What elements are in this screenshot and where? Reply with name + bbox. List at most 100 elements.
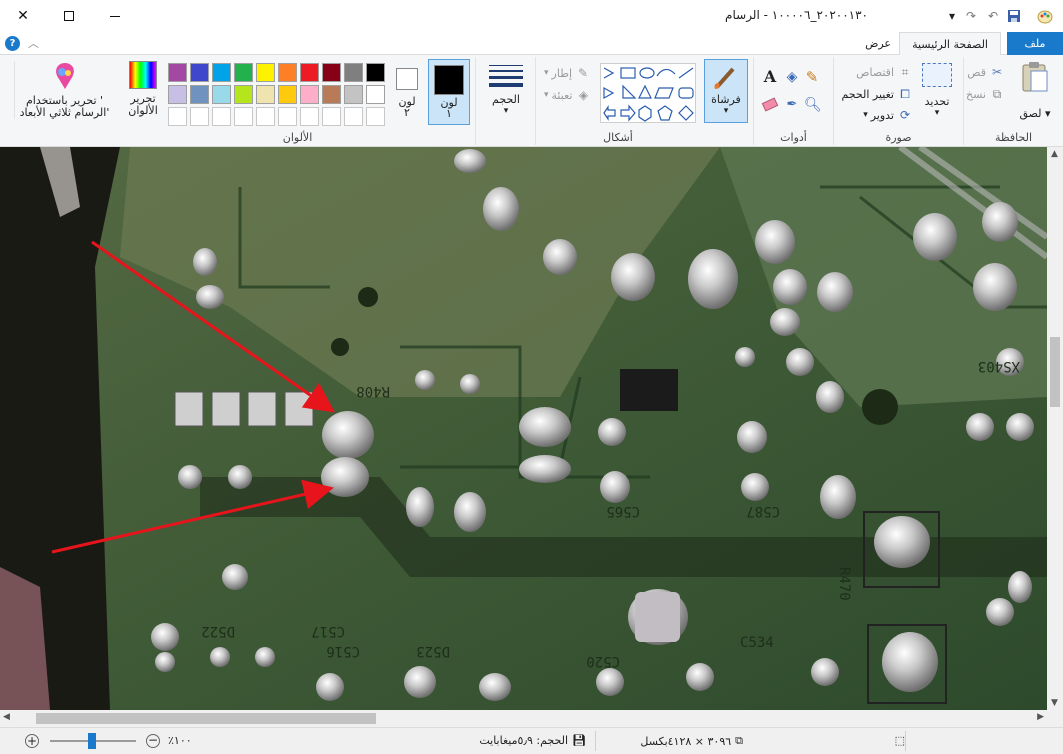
- fill-button[interactable]: ◈ تعبئة ▾: [544, 87, 591, 103]
- svg-text:D523: D523: [416, 643, 450, 659]
- scroll-right-icon[interactable]: ▶: [1037, 712, 1044, 722]
- crop-button[interactable]: ⌗ اقتصاص: [856, 64, 913, 80]
- palette-color-swatch[interactable]: [234, 85, 253, 104]
- svg-text:C520: C520: [586, 653, 620, 669]
- palette-color-swatch[interactable]: [256, 63, 275, 82]
- customize-toolbar-icon[interactable]: ▾: [943, 7, 961, 25]
- eraser-icon[interactable]: [761, 97, 779, 113]
- zoom-in-button[interactable]: +: [25, 734, 39, 748]
- color1-swatch: [434, 65, 464, 95]
- palette-color-swatch[interactable]: [344, 107, 363, 126]
- fill-icon: ◈: [578, 88, 589, 102]
- palette-color-swatch[interactable]: [278, 85, 297, 104]
- canvas[interactable]: C565 C587 C534 C517 D522 D523 C516 C520 …: [0, 147, 1047, 710]
- undo-icon[interactable]: ↶: [984, 7, 1002, 25]
- outline-button[interactable]: ✎ إطار ▾: [544, 65, 591, 81]
- save-icon[interactable]: [1005, 7, 1023, 25]
- title-bar: ✕ ٢٠٢٠٠١٣٠_١٠٠٠٠٦ - الرسام ▾ ↷ ↶: [0, 0, 1063, 32]
- file-size: 💾︎ الحجم: ٥٫٩ميغابايت: [479, 734, 586, 747]
- help-icon[interactable]: ?: [5, 36, 20, 51]
- pencil-icon[interactable]: ✎: [804, 69, 820, 85]
- palette-color-swatch[interactable]: [190, 85, 209, 104]
- resize-button[interactable]: ⧠ تغيير الحجم: [841, 86, 913, 102]
- palette-color-swatch[interactable]: [300, 85, 319, 104]
- zoom-slider[interactable]: [50, 733, 136, 749]
- color2-button[interactable]: لون ٢: [388, 59, 426, 118]
- vertical-scrollbar[interactable]: ▲ ▼: [1047, 147, 1063, 710]
- copy-button[interactable]: ⧉ نسخ: [966, 86, 1005, 102]
- palette-color-swatch[interactable]: [344, 63, 363, 82]
- palette-color-swatch[interactable]: [190, 63, 209, 82]
- brushes-button[interactable]: فرشاة ▾: [704, 59, 748, 123]
- palette-color-swatch[interactable]: [322, 63, 341, 82]
- scroll-left-icon[interactable]: ◀: [3, 712, 10, 722]
- color1-button[interactable]: لون ١: [428, 59, 470, 125]
- tab-home[interactable]: الصفحة الرئيسية: [899, 32, 1001, 56]
- horizontal-scrollbar[interactable]: ◀ ▶: [0, 710, 1047, 727]
- palette-color-swatch[interactable]: [322, 85, 341, 104]
- outline-label: إطار: [551, 66, 573, 80]
- palette-color-swatch[interactable]: [234, 107, 253, 126]
- paint3d-button[interactable]: تحرير باستخدام ' الرسام ثلاثي الأبعاد': [14, 61, 114, 119]
- crop-icon: ⌗: [901, 65, 909, 79]
- tab-view[interactable]: عرض: [853, 32, 903, 55]
- svg-text:C565: C565: [606, 503, 640, 519]
- palette-color-swatch[interactable]: [168, 107, 187, 126]
- ribbon-tabs: ? ︿ ملف الصفحة الرئيسية عرض: [0, 32, 1063, 56]
- rotate-button[interactable]: ⟳ تدوير ▾: [863, 107, 913, 123]
- close-button[interactable]: ✕: [0, 0, 46, 32]
- palette-color-swatch[interactable]: [366, 107, 385, 126]
- magnifier-icon[interactable]: 🔍︎: [804, 97, 822, 113]
- clipboard-group: لصق ▾ ✂ قص ⧉ نسخ الحافظة: [963, 57, 1063, 145]
- svg-text:XS403: XS403: [978, 358, 1020, 374]
- palette-color-swatch[interactable]: [234, 63, 253, 82]
- tab-file[interactable]: ملف: [1007, 32, 1063, 55]
- disk-icon: 💾︎: [572, 734, 586, 747]
- ribbon: لصق ▾ ✂ قص ⧉ نسخ الحافظة تحديد ▾ ⌗ اقتصا…: [0, 55, 1063, 147]
- palette-color-swatch[interactable]: [300, 107, 319, 126]
- minimize-button[interactable]: [92, 0, 138, 32]
- vertical-scroll-thumb[interactable]: [1050, 337, 1060, 407]
- zoom-out-button[interactable]: −: [146, 734, 160, 748]
- paste-button[interactable]: لصق ▾: [1015, 61, 1055, 120]
- fill-bucket-icon[interactable]: ◈: [784, 69, 800, 85]
- scroll-down-icon[interactable]: ▼: [1051, 698, 1058, 708]
- minimize-icon: [110, 15, 120, 17]
- cut-button[interactable]: ✂ قص: [967, 64, 1005, 80]
- crop-label: اقتصاص: [856, 65, 894, 79]
- edit-colors-button[interactable]: تحرير الألوان: [120, 61, 166, 117]
- brushes-dropdown-icon: ▾: [723, 106, 729, 116]
- collapse-ribbon-icon[interactable]: ︿: [28, 35, 39, 51]
- paste-icon: [1022, 62, 1048, 92]
- palette-color-swatch[interactable]: [300, 63, 319, 82]
- palette-color-swatch[interactable]: [256, 107, 275, 126]
- brushes-label: فرشاة: [711, 93, 741, 106]
- color-picker-icon[interactable]: ✒: [784, 97, 800, 113]
- palette-color-swatch[interactable]: [168, 63, 187, 82]
- palette-color-swatch[interactable]: [168, 85, 187, 104]
- scroll-up-icon[interactable]: ▲: [1051, 149, 1058, 159]
- maximize-button[interactable]: [46, 0, 92, 32]
- image-group-label: صورة: [885, 131, 912, 144]
- color2-swatch: [396, 68, 418, 90]
- palette-color-swatch[interactable]: [344, 85, 363, 104]
- zoom-value: ١٠٠٪: [168, 734, 192, 747]
- redo-icon[interactable]: ↷: [962, 7, 980, 25]
- palette-color-swatch[interactable]: [190, 107, 209, 126]
- palette-color-swatch[interactable]: [366, 63, 385, 82]
- horizontal-scroll-thumb[interactable]: [36, 713, 376, 724]
- palette-color-swatch[interactable]: [212, 63, 231, 82]
- palette-color-swatch[interactable]: [256, 85, 275, 104]
- selection-icon: ⬚: [894, 734, 905, 747]
- palette-color-swatch[interactable]: [212, 107, 231, 126]
- palette-color-swatch[interactable]: [278, 107, 297, 126]
- text-tool-icon[interactable]: A: [762, 69, 778, 85]
- palette-color-swatch[interactable]: [212, 85, 231, 104]
- palette-color-swatch[interactable]: [366, 85, 385, 104]
- zoom-slider-thumb[interactable]: [88, 733, 96, 749]
- select-button[interactable]: تحديد ▾: [919, 63, 955, 118]
- palette-color-swatch[interactable]: [278, 63, 297, 82]
- size-button[interactable]: الحجم ▾: [482, 59, 530, 116]
- paint3d-label: تحرير باستخدام ' الرسام ثلاثي الأبعاد': [19, 94, 110, 119]
- palette-color-swatch[interactable]: [322, 107, 341, 126]
